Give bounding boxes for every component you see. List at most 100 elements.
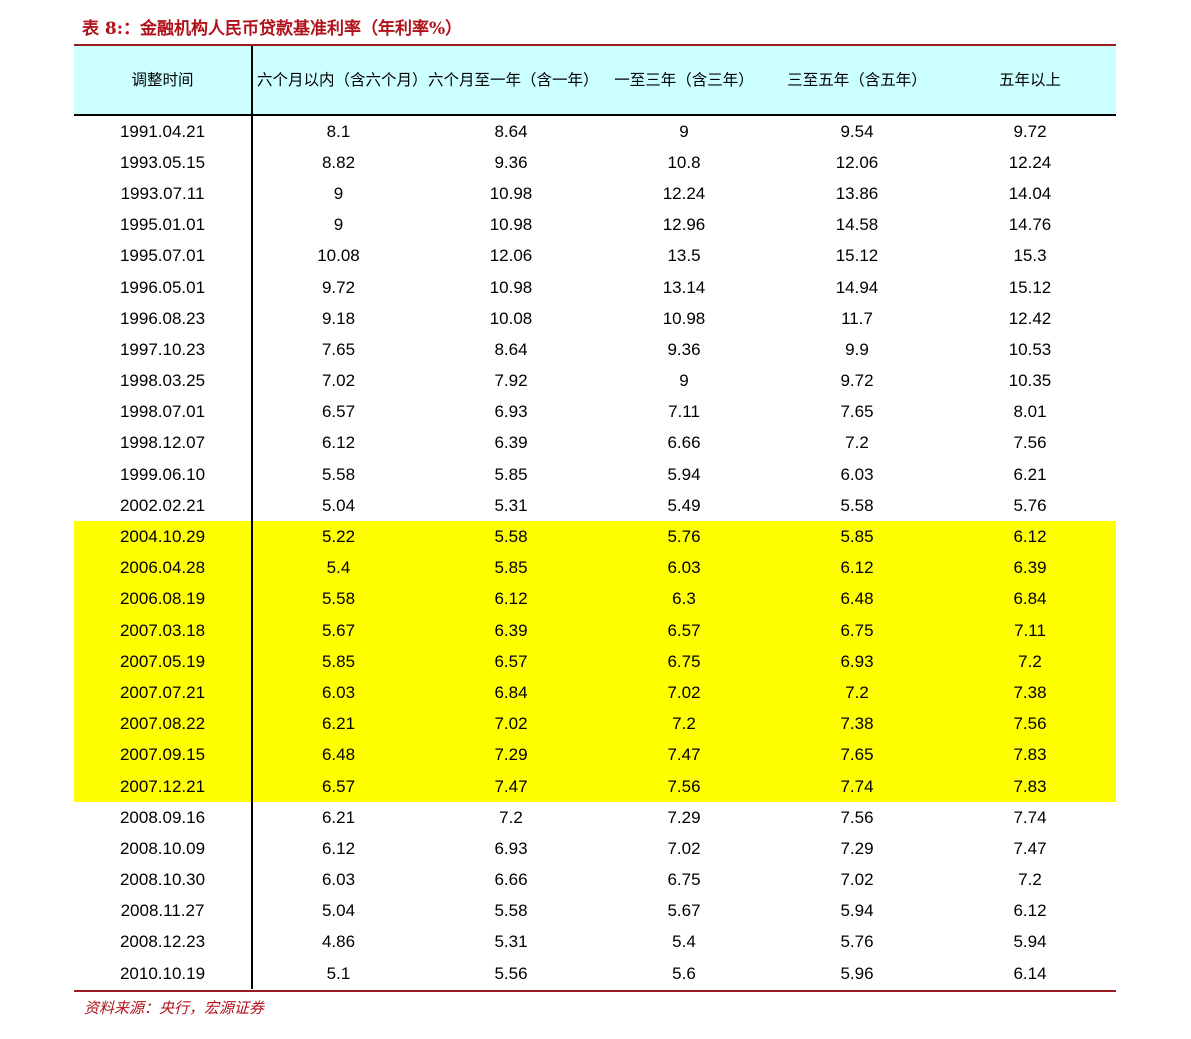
cell-date: 2008.11.27	[74, 895, 253, 927]
cell-over-5-years: 9.72	[1013, 121, 1047, 141]
cell-date: 2002.02.21	[74, 490, 253, 522]
header-3-to-5-years: 三至五年（含五年）	[770, 46, 944, 116]
cell-over-5-years: 15.12	[1008, 277, 1052, 297]
cell-6-months-to-1-year: 5.85	[424, 552, 598, 584]
cell-over-5-years: 7.2	[1018, 870, 1042, 890]
cell-3-to-5-years: 7.02	[840, 870, 874, 890]
header-within-6-months: 六个月以内（含六个月）	[252, 46, 428, 116]
cell-over-5-years: 8.01	[1013, 402, 1047, 422]
cell-6-months-to-1-year: 5.56	[494, 963, 528, 983]
cell-date: 1991.04.21	[74, 115, 253, 148]
cell-over-5-years: 5.94	[1013, 932, 1047, 952]
cell-3-to-5-years: 14.58	[835, 215, 879, 235]
cell-1-to-3-years: 5.49	[667, 495, 701, 515]
cell-over-5-years: 6.14	[1013, 963, 1047, 983]
cell-3-to-5-years: 5.85	[770, 521, 944, 553]
cell-date: 2006.04.28	[74, 552, 253, 584]
cell-3-to-5-years: 7.56	[840, 807, 874, 827]
cell-within-6-months: 6.03	[252, 677, 424, 709]
cell-within-6-months: 6.57	[252, 770, 424, 803]
cell-over-5-years: 7.2	[944, 646, 1116, 678]
cell-1-to-3-years: 5.4	[672, 932, 696, 952]
cell-date: 1995.01.01	[74, 209, 253, 241]
cell-within-6-months: 9	[333, 183, 344, 203]
cell-6-months-to-1-year: 6.12	[424, 583, 598, 615]
loan-rate-table: 调整时间 六个月以内（含六个月） 六个月至一年（含一年） 一至三年（含三年） 三…	[74, 46, 1116, 990]
cell-6-months-to-1-year: 6.57	[424, 646, 598, 678]
cell-1-to-3-years: 6.66	[667, 433, 701, 453]
cell-3-to-5-years: 6.03	[840, 464, 874, 484]
cell-3-to-5-years: 6.75	[770, 615, 944, 647]
table-row: 2008.09.16 6.21 7.2 7.29 7.56 7.74	[74, 802, 1116, 834]
cell-date: 1999.06.10	[74, 459, 253, 491]
cell-within-6-months: 5.85	[252, 646, 424, 678]
cell-3-to-5-years: 7.29	[840, 838, 874, 858]
table-row: 2007.07.21 6.03 6.84 7.02 7.2 7.38	[74, 677, 1116, 709]
cell-over-5-years: 7.83	[944, 739, 1116, 771]
cell-6-months-to-1-year: 10.98	[489, 215, 533, 235]
cell-date: 2007.12.21	[74, 770, 253, 803]
table-row: 2006.08.19 5.58 6.12 6.3 6.48 6.84	[74, 583, 1116, 615]
cell-over-5-years: 7.56	[944, 708, 1116, 740]
cell-date: 1993.07.11	[74, 178, 253, 210]
cell-3-to-5-years: 9.9	[845, 339, 869, 359]
cell-6-months-to-1-year: 8.64	[494, 121, 528, 141]
cell-within-6-months: 5.1	[326, 963, 351, 983]
cell-3-to-5-years: 7.38	[770, 708, 944, 740]
table-row: 1991.04.21 8.1 8.64 9 9.54 9.72	[74, 115, 1116, 148]
cell-1-to-3-years: 12.24	[662, 183, 706, 203]
cell-over-5-years: 14.76	[1008, 215, 1052, 235]
cell-over-5-years: 7.38	[944, 677, 1116, 709]
table-row: 2007.12.21 6.57 7.47 7.56 7.74 7.83	[74, 770, 1116, 803]
cell-date: 2010.10.19	[74, 958, 253, 990]
cell-date: 1998.12.07	[74, 427, 253, 460]
cell-1-to-3-years: 6.03	[598, 552, 770, 584]
cell-within-6-months: 6.21	[252, 708, 424, 740]
table-row: 2007.05.19 5.85 6.57 6.75 6.93 7.2	[74, 646, 1116, 678]
cell-1-to-3-years: 7.29	[667, 807, 701, 827]
cell-within-6-months: 5.22	[252, 521, 424, 553]
cell-1-to-3-years: 10.8	[667, 152, 701, 172]
cell-6-months-to-1-year: 6.93	[494, 402, 528, 422]
cell-3-to-5-years: 15.12	[835, 246, 879, 266]
cell-within-6-months: 8.82	[321, 152, 356, 172]
table-row: 2008.12.23 4.86 5.31 5.4 5.76 5.94	[74, 926, 1116, 959]
table-row: 2008.10.09 6.12 6.93 7.02 7.29 7.47	[74, 833, 1116, 865]
table-row: 1993.05.15 8.82 9.36 10.8 12.06 12.24	[74, 147, 1116, 179]
cell-3-to-5-years: 13.86	[835, 183, 879, 203]
cell-6-months-to-1-year: 5.31	[494, 495, 528, 515]
table-row: 2006.04.28 5.4 5.85 6.03 6.12 6.39	[74, 552, 1116, 584]
cell-date: 2004.10.29	[74, 521, 253, 553]
cell-within-6-months: 6.03	[321, 870, 356, 890]
cell-6-months-to-1-year: 5.85	[494, 464, 528, 484]
cell-6-months-to-1-year: 5.58	[424, 521, 598, 553]
cell-3-to-5-years: 11.7	[841, 308, 873, 328]
table-row: 1997.10.23 7.65 8.64 9.36 9.9 10.53	[74, 334, 1116, 366]
table-row: 1996.08.23 9.18 10.08 10.98 11.7 12.42	[74, 303, 1116, 335]
cell-1-to-3-years: 13.5	[667, 246, 701, 266]
cell-1-to-3-years: 5.94	[667, 464, 701, 484]
cell-1-to-3-years: 13.14	[662, 277, 706, 297]
cell-6-months-to-1-year: 10.98	[489, 183, 533, 203]
cell-within-6-months: 5.04	[321, 495, 356, 515]
table-row: 2007.09.15 6.48 7.29 7.47 7.65 7.83	[74, 739, 1116, 771]
cell-within-6-months: 9.18	[321, 308, 356, 328]
cell-3-to-5-years: 14.94	[835, 277, 879, 297]
table-body: 1991.04.21 8.1 8.64 9 9.54 9.72 1993.05.15 8.82…	[74, 115, 1116, 990]
cell-3-to-5-years: 9.72	[840, 371, 874, 391]
cell-3-to-5-years: 5.76	[840, 932, 874, 952]
cell-over-5-years: 7.83	[944, 770, 1116, 803]
cell-within-6-months: 4.86	[321, 932, 356, 952]
cell-over-5-years: 7.11	[944, 615, 1116, 647]
table-row: 1998.07.01 6.57 6.93 7.11 7.65 8.01	[74, 396, 1116, 428]
cell-within-6-months: 9.72	[321, 277, 356, 297]
table-row: 2008.11.27 5.04 5.58 5.67 5.94 6.12	[74, 895, 1116, 927]
cell-within-6-months: 6.12	[321, 433, 356, 453]
source-note: 资料来源：央行，宏源证券	[84, 999, 265, 1017]
cell-date: 1998.07.01	[74, 396, 253, 428]
cell-1-to-3-years: 7.2	[598, 708, 770, 740]
cell-3-to-5-years: 7.74	[770, 770, 944, 803]
cell-over-5-years: 6.84	[944, 583, 1116, 615]
cell-3-to-5-years: 12.06	[835, 152, 879, 172]
cell-1-to-3-years: 6.75	[667, 870, 701, 890]
